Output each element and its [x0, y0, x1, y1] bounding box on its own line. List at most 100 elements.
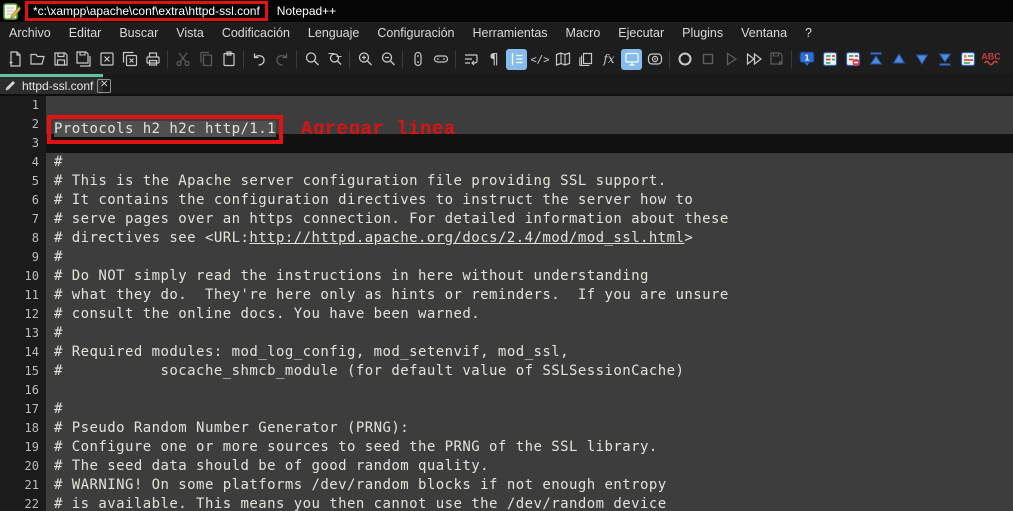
menu-ventana[interactable]: Ventana [732, 24, 796, 42]
line-text: # what they do. They're here only as hin… [46, 286, 1013, 305]
hyperlink[interactable]: http://httpd.apache.org/docs/2.4/mod/mod… [249, 230, 684, 246]
line-text: Protocols h2 h2c http/1.1Agregar linea [46, 115, 1013, 134]
function-list-button[interactable] [598, 49, 619, 70]
line-text: # [46, 400, 1013, 419]
sync-horizontal-scroll-button[interactable] [430, 49, 451, 70]
monitoring-button[interactable] [621, 49, 642, 70]
line-text: # The seed data should be of good random… [46, 457, 1013, 476]
zoom-out-icon [379, 50, 397, 68]
define-language-button[interactable] [529, 49, 550, 70]
word-wrap-icon [462, 50, 480, 68]
function-list-icon [600, 50, 618, 68]
line-text: # [46, 153, 1013, 172]
selected-text: Protocols h2 h2c http/1.1 [54, 121, 276, 137]
play-multiple-icon [745, 50, 763, 68]
open-folder-icon [29, 50, 47, 68]
document-map-icon [554, 50, 572, 68]
menu-ejecutar[interactable]: Ejecutar [609, 24, 673, 42]
record-macro-button[interactable] [674, 49, 695, 70]
goto-last-button[interactable] [934, 49, 955, 70]
spell-check-abc-icon [982, 50, 1000, 68]
triangle-down-icon [913, 50, 931, 68]
menu-herramientas[interactable]: Herramientas [464, 24, 557, 42]
goto-next-button[interactable] [911, 49, 932, 70]
run-macro-multiple-button[interactable] [743, 49, 764, 70]
line-text: # Do NOT simply read the instructions in… [46, 267, 1013, 286]
stop-macro-button[interactable] [697, 49, 718, 70]
close-all-button[interactable] [119, 49, 140, 70]
word-wrap-button[interactable] [460, 49, 481, 70]
replace-button[interactable] [324, 49, 345, 70]
paste-button[interactable] [218, 49, 239, 70]
zoom-in-button[interactable] [354, 49, 375, 70]
redo-button[interactable] [271, 49, 292, 70]
doc-switcher-button[interactable] [957, 49, 978, 70]
menu-archivo[interactable]: Archivo [0, 24, 60, 42]
spell-check-button[interactable] [980, 49, 1001, 70]
editor-line: 20# The seed data should be of good rand… [0, 457, 1013, 476]
stop-icon [699, 50, 717, 68]
show-all-characters-button[interactable] [483, 49, 504, 70]
find-button[interactable] [301, 49, 322, 70]
zoom-out-button[interactable] [377, 49, 398, 70]
tab-close-icon[interactable]: ✕ [97, 79, 111, 93]
editor-line: 9# [0, 248, 1013, 267]
code-tags-icon [531, 50, 549, 68]
document-map-button[interactable] [552, 49, 573, 70]
editor-area[interactable]: 1 2Protocols h2 h2c http/1.1Agregar line… [0, 96, 1013, 511]
line-number: 15 [0, 362, 46, 381]
line-number: 14 [0, 343, 46, 362]
menu-configuracion[interactable]: Configuración [368, 24, 463, 42]
print-button[interactable] [142, 49, 163, 70]
goto-previous-button[interactable] [888, 49, 909, 70]
line-number: 17 [0, 400, 46, 419]
menu-bar: Archivo Editar Buscar Vista Codificación… [0, 22, 1013, 44]
close-file-button[interactable] [96, 49, 117, 70]
save-macro-button[interactable] [766, 49, 787, 70]
cut-button[interactable] [172, 49, 193, 70]
show-indent-guide-button[interactable] [506, 49, 527, 70]
annotation-red-box: Protocols h2 h2c http/1.1 [47, 115, 283, 144]
document-list-button[interactable] [575, 49, 596, 70]
undo-button[interactable] [248, 49, 269, 70]
open-file-button[interactable] [27, 49, 48, 70]
goto-first-button[interactable] [865, 49, 886, 70]
toolbar-separator [402, 51, 403, 68]
sync-vertical-scroll-button[interactable] [407, 49, 428, 70]
menu-editar[interactable]: Editar [60, 24, 111, 42]
menu-ayuda[interactable]: ? [796, 24, 821, 42]
menu-buscar[interactable]: Buscar [110, 24, 167, 42]
tab-httpd-ssl-conf[interactable]: httpd-ssl.conf ✕ [0, 74, 103, 94]
editor-line: 16 [0, 381, 1013, 400]
menu-vista[interactable]: Vista [167, 24, 213, 42]
toolbar-separator [349, 51, 350, 68]
line-number: 8 [0, 229, 46, 248]
new-file-button[interactable] [4, 49, 25, 70]
copy-button[interactable] [195, 49, 216, 70]
line-number: 4 [0, 153, 46, 172]
save-button[interactable] [50, 49, 71, 70]
notepad-plus-plus-window: *c:\xampp\apache\conf\extra\httpd-ssl.co… [0, 0, 1013, 511]
toolbar-separator [455, 51, 456, 68]
line-text: # consult the online docs. You have been… [46, 305, 1013, 324]
line-number: 3 [0, 134, 46, 153]
document-peek-button[interactable] [644, 49, 665, 70]
play-macro-button[interactable] [720, 49, 741, 70]
bookmark-clear-button[interactable] [842, 49, 863, 70]
bookmark-list-button[interactable] [819, 49, 840, 70]
save-all-icon [75, 50, 93, 68]
save-all-button[interactable] [73, 49, 94, 70]
menu-codificacion[interactable]: Codificación [213, 24, 299, 42]
paste-icon [220, 50, 238, 68]
editor-line: 19# Configure one or more sources to see… [0, 438, 1013, 457]
line-text: # WARNING! On some platforms /dev/random… [46, 476, 1013, 495]
window-title-app-name: Notepad++ [277, 4, 336, 18]
menu-macro[interactable]: Macro [557, 24, 610, 42]
bookmark-toggle-button[interactable] [796, 49, 817, 70]
menu-plugins[interactable]: Plugins [673, 24, 732, 42]
editor-line-highlighted: 2Protocols h2 h2c http/1.1Agregar linea [0, 115, 1013, 134]
editor-line: 22# is available. This means you then ca… [0, 495, 1013, 511]
line-text [46, 381, 1013, 400]
menu-lenguaje[interactable]: Lenguaje [299, 24, 368, 42]
cut-icon [174, 50, 192, 68]
